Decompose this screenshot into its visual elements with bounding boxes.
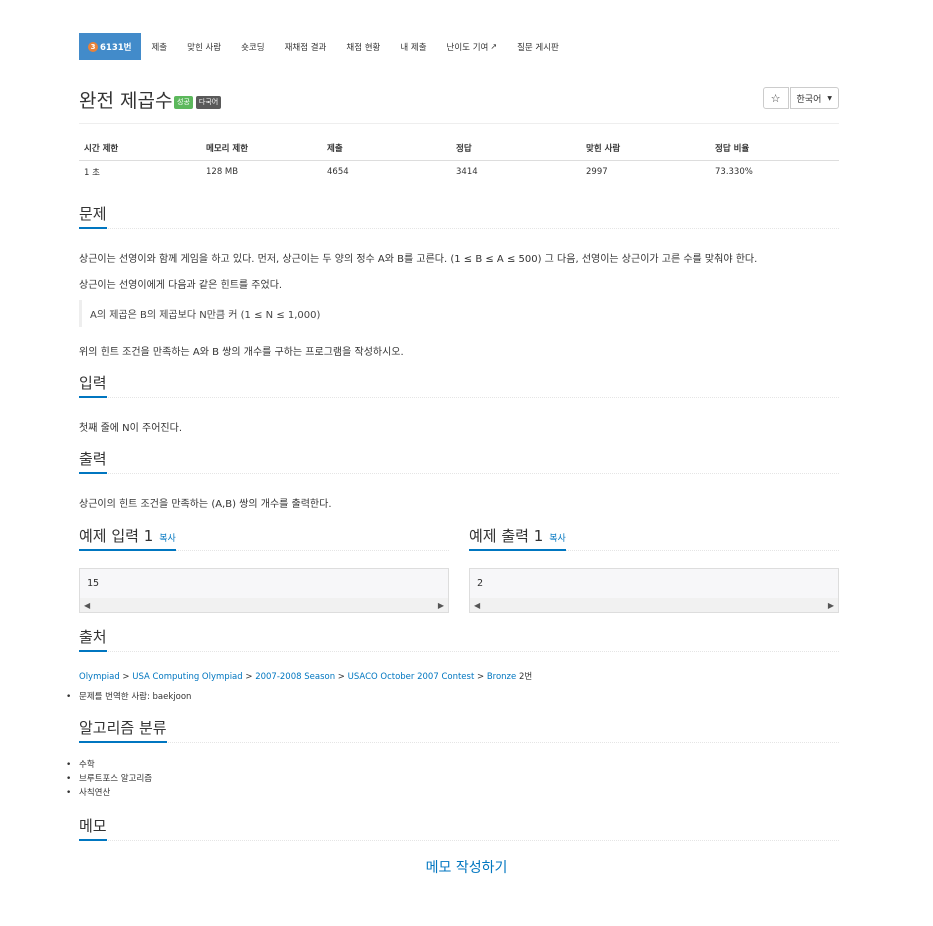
success-badge: 성공	[174, 96, 193, 109]
caret-down-icon: ▼	[827, 94, 832, 102]
output-description: 상근이의 힌트 조건을 만족하는 (A,B) 쌍의 개수를 출력한다.	[79, 499, 332, 510]
star-icon: ☆	[770, 91, 781, 105]
horizontal-scrollbar[interactable]: ◀ ▶	[470, 598, 838, 612]
sample-input-value: 15	[87, 578, 100, 589]
algorithm-tag: 브루트포스 알고리즘	[66, 772, 152, 786]
algorithm-tag: 사칙연산	[66, 786, 152, 800]
breadcrumb-separator: >	[474, 672, 487, 682]
nav-status[interactable]: 채점 현황	[336, 33, 390, 60]
problem-number-label: 6131번	[100, 42, 132, 53]
sample-output-title: 예제 출력 1 복사	[469, 525, 566, 551]
description-line-2: 상근이는 선영이에게 다음과 같은 힌트를 주었다.	[79, 280, 283, 291]
sample-input-title: 예제 입력 1 복사	[79, 525, 176, 551]
problem-header: 완전 제곱수 성공 다국어 ☆ 한국어 ▼	[79, 86, 839, 116]
accepted-value: 3414	[456, 166, 478, 177]
nav-short-coding[interactable]: 숏코딩	[231, 33, 274, 60]
header-accepted: 정답	[451, 137, 581, 161]
copy-output-button[interactable]: 복사	[549, 534, 566, 544]
sample-output-box[interactable]: 2 ◀ ▶	[469, 568, 839, 613]
sample-output-value: 2	[477, 578, 484, 589]
tier-icon: 3	[88, 41, 98, 52]
memo-section-headline: 메모	[79, 815, 839, 841]
translator-list: 문제를 번역한 사람: baekjoon	[66, 690, 191, 704]
write-memo-button[interactable]: 메모 작성하기	[0, 857, 933, 877]
memo-section-title: 메모	[79, 815, 107, 841]
difficulty-label: 난이도 기여	[446, 42, 489, 53]
header-memory-limit: 메모리 제한	[201, 137, 322, 161]
sample-input-headline: 예제 입력 1 복사	[79, 525, 449, 551]
problem-section-headline: 문제	[79, 203, 839, 229]
header-submissions: 제출	[322, 137, 451, 161]
nav-solved-users[interactable]: 맞힌 사람	[177, 33, 231, 60]
header-time-limit: 시간 제한	[79, 137, 201, 161]
sample-output-label: 예제 출력 1	[469, 527, 544, 545]
header-solved-users: 맞힌 사람	[581, 137, 710, 161]
nav-my-submissions[interactable]: 내 제출	[390, 33, 436, 60]
algorithm-section-title: 알고리즘 분류	[79, 717, 167, 743]
language-select[interactable]: 한국어 ▼	[789, 87, 839, 109]
nav-rejudge-results[interactable]: 재채점 결과	[275, 33, 337, 60]
input-description: 첫째 줄에 N이 주어진다.	[79, 423, 182, 434]
info-header-row: 시간 제한 메모리 제한 제출 정답 맞힌 사람 정답 비율	[79, 137, 839, 161]
nav-problem-number[interactable]: 3 6131번	[79, 33, 142, 60]
breadcrumb-separator: >	[335, 672, 348, 682]
language-label: 한국어	[796, 94, 822, 105]
source-problem-index: 2번	[518, 672, 533, 682]
algorithm-tag-link[interactable]: 브루트포스 알고리즘	[79, 774, 152, 784]
horizontal-scrollbar[interactable]: ◀ ▶	[80, 598, 448, 612]
accept-ratio-value: 73.330%	[715, 166, 753, 177]
solved-users-value: 2997	[586, 166, 608, 177]
title-divider	[79, 123, 839, 124]
problem-section-title: 문제	[79, 203, 107, 229]
source-link-division[interactable]: Bronze	[487, 672, 516, 682]
scroll-left-icon[interactable]: ◀	[474, 601, 480, 610]
problem-badges: 성공 다국어	[174, 96, 222, 109]
source-link-usaco[interactable]: USA Computing Olympiad	[132, 672, 242, 682]
source-link-olympiad[interactable]: Olympiad	[79, 672, 120, 682]
input-section-headline: 입력	[79, 372, 839, 398]
title-actions: ☆ 한국어 ▼	[762, 87, 839, 109]
scroll-left-icon[interactable]: ◀	[84, 601, 90, 610]
scroll-right-icon[interactable]: ▶	[828, 601, 834, 610]
breadcrumb-separator: >	[119, 672, 133, 682]
hint-quote: A의 제곱은 B의 제곱보다 N만큼 커 (1 ≤ N ≤ 1,000)	[79, 300, 320, 327]
sample-input-label: 예제 입력 1	[79, 527, 154, 545]
sample-output-headline: 예제 출력 1 복사	[469, 525, 839, 551]
algorithm-tag-link[interactable]: 수학	[79, 760, 95, 770]
header-accept-ratio: 정답 비율	[710, 137, 839, 161]
source-link-season[interactable]: 2007-2008 Season	[255, 672, 335, 682]
output-section-title: 출력	[79, 448, 107, 474]
memory-limit-value: 128 MB	[206, 166, 239, 177]
nav-qna-board[interactable]: 질문 게시판	[507, 33, 569, 60]
algorithm-tag-link[interactable]: 사칙연산	[79, 788, 110, 798]
external-link-icon: ↗	[490, 42, 498, 51]
translator-item: 문제를 번역한 사람: baekjoon	[66, 690, 191, 704]
description-line-3: 위의 힌트 조건을 만족하는 A와 B 쌍의 개수를 구하는 프로그램을 작성하…	[79, 347, 404, 358]
input-section-title: 입력	[79, 372, 107, 398]
page-title: 완전 제곱수	[79, 90, 173, 112]
scroll-right-icon[interactable]: ▶	[438, 601, 444, 610]
source-section-title: 출처	[79, 626, 107, 652]
problem-info-table: 시간 제한 메모리 제한 제출 정답 맞힌 사람 정답 비율 1 초 128 M…	[79, 137, 839, 183]
source-link-contest[interactable]: USACO October 2007 Contest	[348, 672, 475, 682]
source-breadcrumb: Olympiad > USA Computing Olympiad > 2007…	[79, 670, 532, 682]
description-line-1: 상근이는 선영이와 함께 게임을 하고 있다. 먼저, 상근이는 두 양의 정수…	[79, 254, 758, 265]
sample-input-box[interactable]: 15 ◀ ▶	[79, 568, 449, 613]
output-section-headline: 출력	[79, 448, 839, 474]
algorithm-section-headline: 알고리즘 분류	[79, 717, 839, 743]
source-section-headline: 출처	[79, 626, 839, 652]
algorithm-tag-list: 수학 브루트포스 알고리즘 사칙연산	[66, 758, 152, 800]
nav-submit[interactable]: 제출	[141, 33, 177, 60]
problem-nav: 3 6131번 제출 맞힌 사람 숏코딩 재채점 결과 채점 현황 내 제출 난…	[79, 33, 569, 60]
submissions-value: 4654	[327, 166, 349, 177]
info-value-row: 1 초 128 MB 4654 3414 2997 73.330%	[79, 160, 839, 183]
favorite-button[interactable]: ☆	[762, 87, 789, 109]
breadcrumb-separator: >	[242, 672, 256, 682]
copy-input-button[interactable]: 복사	[159, 534, 176, 544]
algorithm-tag: 수학	[66, 758, 152, 772]
multilang-badge: 다국어	[195, 96, 222, 109]
time-limit-value: 1 초	[84, 167, 100, 178]
nav-difficulty-contribution[interactable]: 난이도 기여 ↗	[437, 33, 508, 60]
